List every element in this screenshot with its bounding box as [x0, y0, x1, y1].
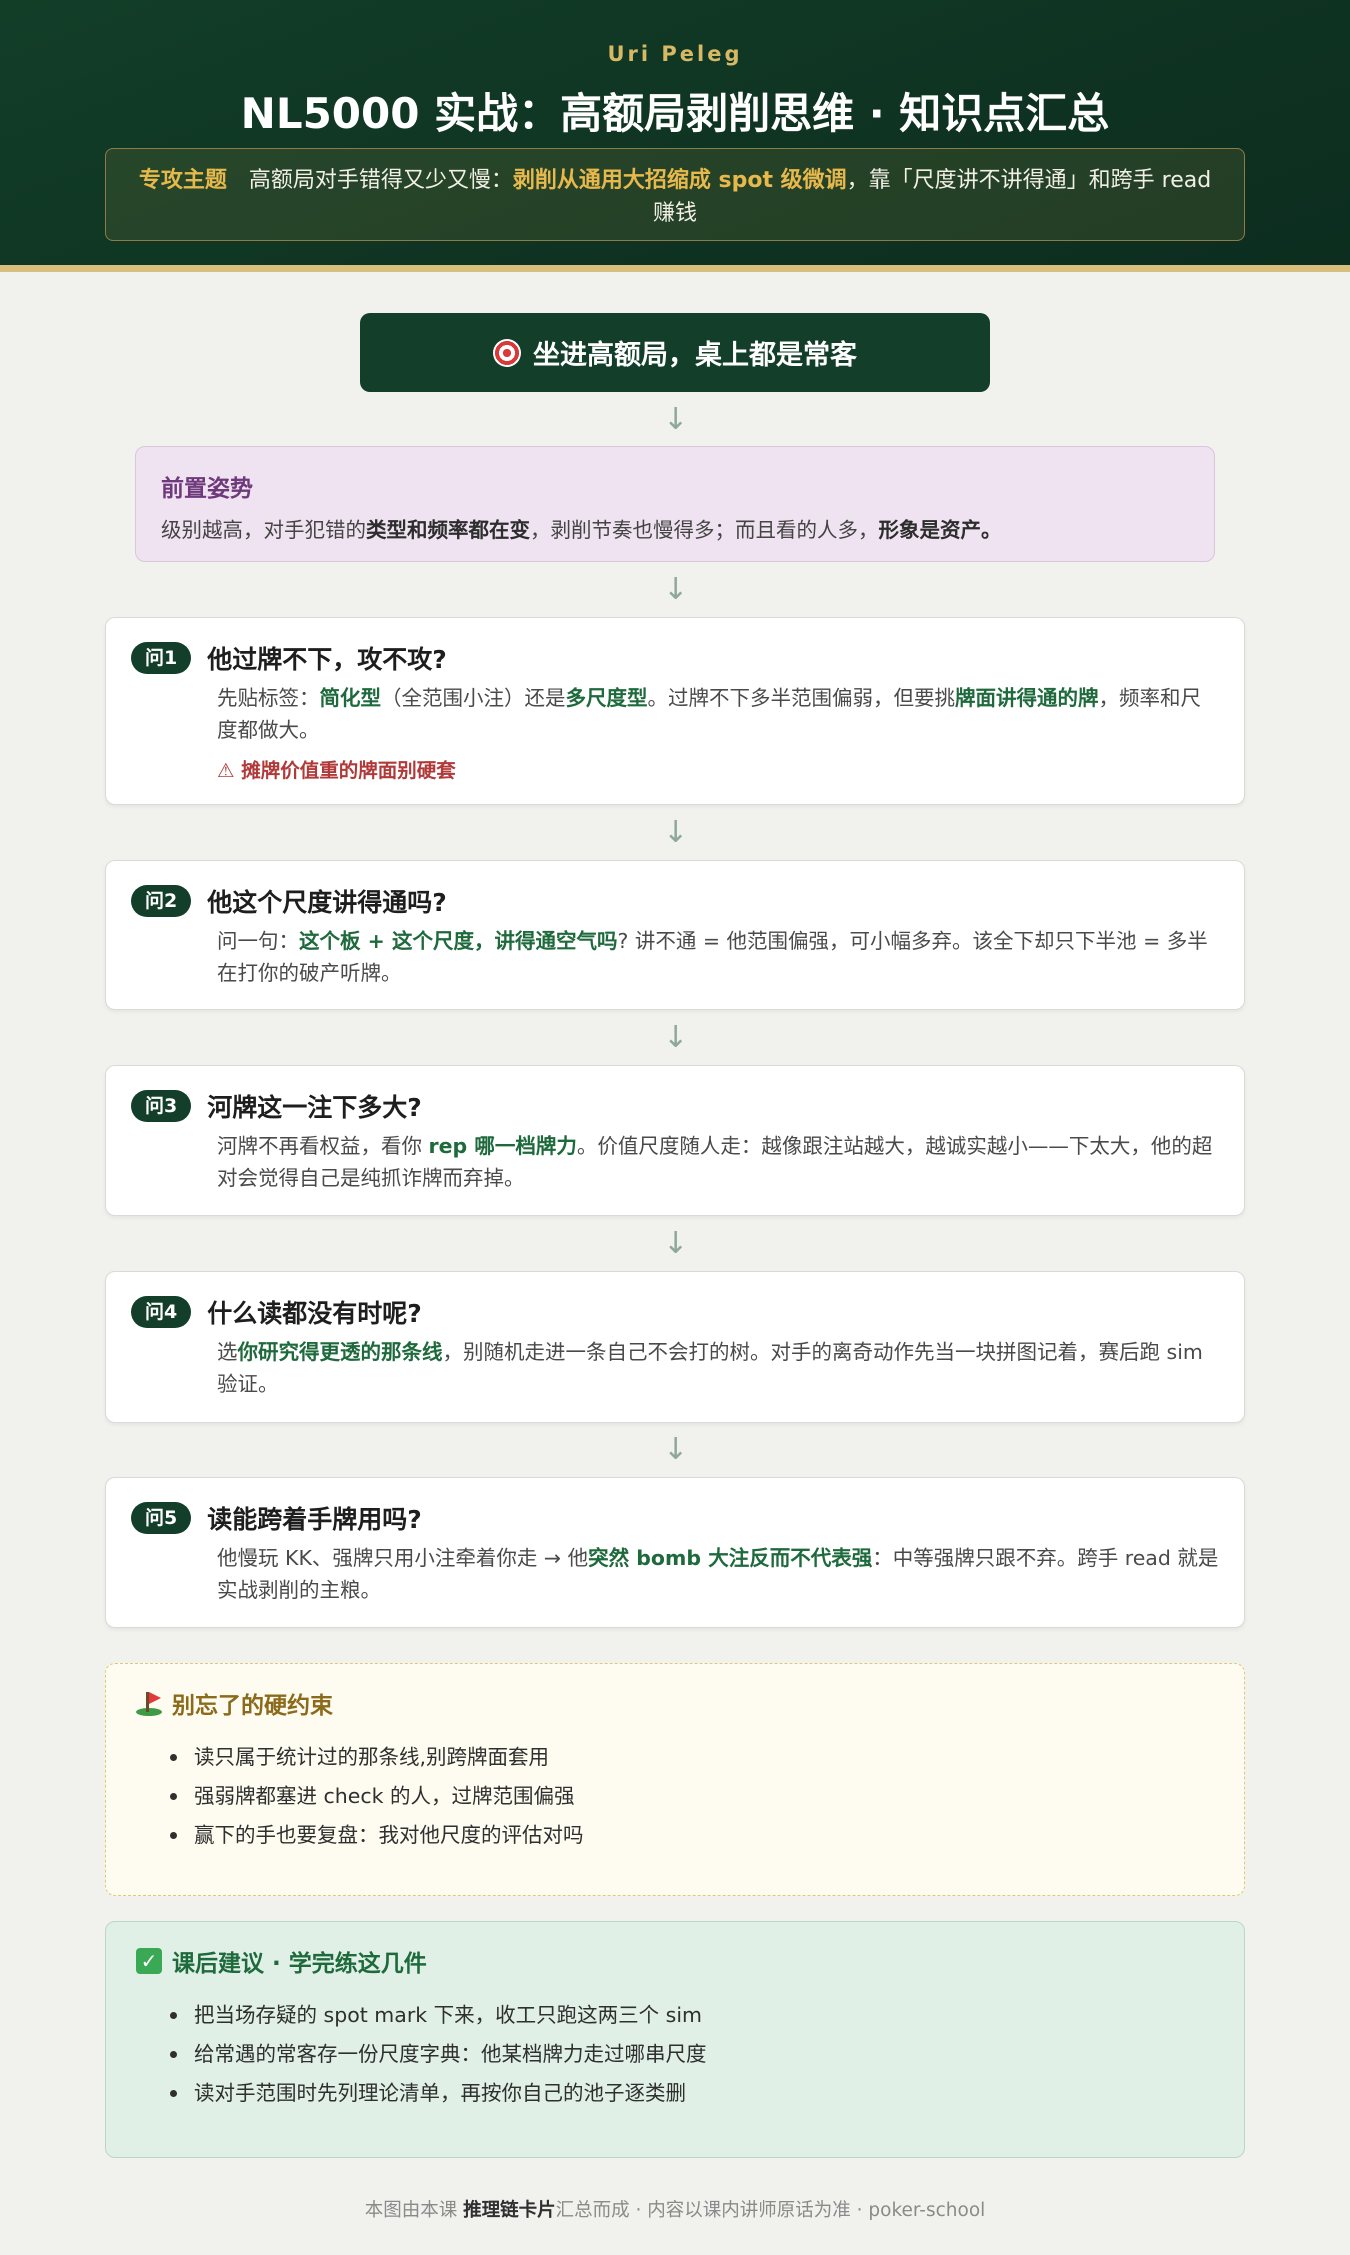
question-body: 河牌不再看权益，看你 rep 哪一档牌力。价值尺度随人走：越像跟注站越大，越诚实… [131, 1130, 1219, 1194]
question-card-5: 问5 读能跨着手牌用吗? 他慢玩 KK、强牌只用小注牵着你走 → 他突然 bom… [105, 1477, 1245, 1628]
page-title: NL5000 实战：高额局剥削思维 · 知识点汇总 [240, 89, 1110, 138]
homework-list: 把当场存疑的 spot mark 下来，收工只跑这两三个 sim 给常遇的常客存… [136, 1996, 1214, 2113]
bold-text: 类型和频率都在变 [366, 518, 530, 542]
precondition-title: 前置姿势 [161, 476, 253, 502]
highlight: 突然 bomb 大注反而不代表强 [588, 1546, 873, 1570]
text: 河牌不再看权益，看你 [217, 1134, 429, 1158]
text: 。过牌不下多半范围偏弱，但要挑 [647, 686, 956, 710]
highlight: rep 哪一档牌力 [428, 1134, 577, 1158]
text: 他慢玩 KK、强牌只用小注牵着你走 → 他 [217, 1546, 589, 1570]
highlight: 简化型 [319, 686, 382, 710]
target-icon [493, 338, 521, 367]
precondition-box: 前置姿势 级别越高，对手犯错的类型和频率都在变，剥削节奏也慢得多；而且看的人多，… [135, 446, 1215, 562]
text: ，剥削节奏也慢得多；而且看的人多， [530, 518, 879, 542]
golf-flag-icon [136, 1690, 162, 1716]
question-card-4: 问4 什么读都没有时呢? 选你研究得更透的那条线，别随机走进一条自己不会打的树。… [105, 1271, 1245, 1423]
question-pill: 问2 [131, 885, 192, 917]
topic-text: 高额局对手错得又少又慢： [248, 168, 513, 193]
topic-highlight: 剥削从通用大招缩成 spot 级微调 [512, 168, 847, 193]
question-body: 选你研究得更透的那条线，别随机走进一条自己不会打的树。对手的离奇动作先当一块拼图… [131, 1336, 1219, 1400]
question-pill: 问5 [131, 1502, 192, 1534]
highlight: 这个板 + 这个尺度，讲得通空气吗 [299, 929, 618, 953]
list-item: 把当场存疑的 spot mark 下来，收工只跑这两三个 sim [166, 1996, 1214, 2035]
flow-arrow-icon: ↓ [663, 1020, 689, 1055]
question-title: 他这个尺度讲得通吗? [207, 888, 447, 917]
flow-arrow-icon: ↓ [663, 1226, 689, 1261]
question-body: 问一句：这个板 + 这个尺度，讲得通空气吗? 讲不通 = 他范围偏强，可小幅多弃… [131, 925, 1219, 989]
question-pill: 问4 [131, 1296, 192, 1328]
bold-text: 推理链卡片 [463, 2200, 556, 2221]
question-title: 读能跨着手牌用吗? [207, 1505, 422, 1534]
question-pill: 问3 [131, 1090, 192, 1122]
flow-arrow-icon: ↓ [663, 815, 689, 850]
author-name: Uri Peleg [607, 42, 743, 66]
flow-arrow-icon: ↓ [663, 402, 689, 437]
topic-label: 专攻主题 [138, 168, 227, 193]
question-title: 河牌这一注下多大? [207, 1093, 422, 1122]
topic-box: 专攻主题 高额局对手错得又少又慢：剥削从通用大招缩成 spot 级微调，靠「尺度讲… [105, 148, 1245, 241]
text: 先贴标签： [217, 686, 320, 710]
bold-text: 形象是资产。 [878, 518, 1002, 542]
check-icon: ✓ [136, 1948, 162, 1974]
text: 本图由本课 [364, 2200, 464, 2221]
text: 级别越高，对手犯错的 [161, 518, 366, 542]
question-body: 先贴标签：简化型（全范围小注）还是多尺度型。过牌不下多半范围偏弱，但要挑牌面讲得… [131, 682, 1219, 746]
list-item: 赢下的手也要复盘：我对他尺度的评估对吗 [166, 1816, 1214, 1855]
start-label: 坐进高额局，桌上都是常客 [533, 340, 857, 371]
warning-note: ⚠ 摊牌价值重的牌面别硬套 [217, 759, 456, 782]
text: 问一句： [217, 929, 299, 953]
question-card-2: 问2 他这个尺度讲得通吗? 问一句：这个板 + 这个尺度，讲得通空气吗? 讲不通… [105, 860, 1245, 1010]
footer-note: 本图由本课 推理链卡片汇总而成 · 内容以课内讲师原话为准 · poker-sc… [0, 2196, 1350, 2222]
highlight: 你研究得更透的那条线 [237, 1340, 443, 1364]
highlight: 牌面讲得通的牌 [955, 686, 1099, 710]
flow-arrow-icon: ↓ [663, 572, 689, 607]
text: 汇总而成 · 内容以课内讲师原话为准 · poker-school [555, 2200, 986, 2221]
start-node: 坐进高额局，桌上都是常客 [360, 313, 990, 392]
constraints-list: 读只属于统计过的那条线,别跨牌面套用 强弱牌都塞进 check 的人，过牌范围偏… [136, 1738, 1214, 1855]
question-body: 他慢玩 KK、强牌只用小注牵着你走 → 他突然 bomb 大注反而不代表强：中等… [131, 1542, 1219, 1606]
question-title: 他过牌不下，攻不攻? [207, 645, 447, 674]
list-item: 读只属于统计过的那条线,别跨牌面套用 [166, 1738, 1214, 1777]
list-item: 读对手范围时先列理论清单，再按你自己的池子逐类删 [166, 2074, 1214, 2113]
question-card-3: 问3 河牌这一注下多大? 河牌不再看权益，看你 rep 哪一档牌力。价值尺度随人… [105, 1065, 1245, 1216]
question-pill: 问1 [131, 642, 192, 674]
question-title: 什么读都没有时呢? [207, 1299, 422, 1328]
homework-title: 课后建议 · 学完练这几件 [172, 1951, 427, 1977]
header-banner: Uri Peleg NL5000 实战：高额局剥削思维 · 知识点汇总 专攻主题… [0, 0, 1350, 272]
list-item: 给常遇的常客存一份尺度字典：他某档牌力走过哪串尺度 [166, 2035, 1214, 2074]
constraints-box: 别忘了的硬约束 读只属于统计过的那条线,别跨牌面套用 强弱牌都塞进 check … [105, 1663, 1245, 1896]
homework-box: ✓ 课后建议 · 学完练这几件 把当场存疑的 spot mark 下来，收工只跑… [105, 1921, 1245, 2158]
list-item: 强弱牌都塞进 check 的人，过牌范围偏强 [166, 1777, 1214, 1816]
precondition-text: 级别越高，对手犯错的类型和频率都在变，剥削节奏也慢得多；而且看的人多，形象是资产… [161, 515, 1189, 545]
question-card-1: 问1 他过牌不下，攻不攻? 先贴标签：简化型（全范围小注）还是多尺度型。过牌不下… [105, 617, 1245, 805]
flow-arrow-icon: ↓ [663, 1432, 689, 1467]
highlight: 多尺度型 [565, 686, 648, 710]
constraints-title: 别忘了的硬约束 [172, 1693, 333, 1719]
text: 选 [217, 1340, 238, 1364]
text: （全范围小注）还是 [381, 686, 566, 710]
